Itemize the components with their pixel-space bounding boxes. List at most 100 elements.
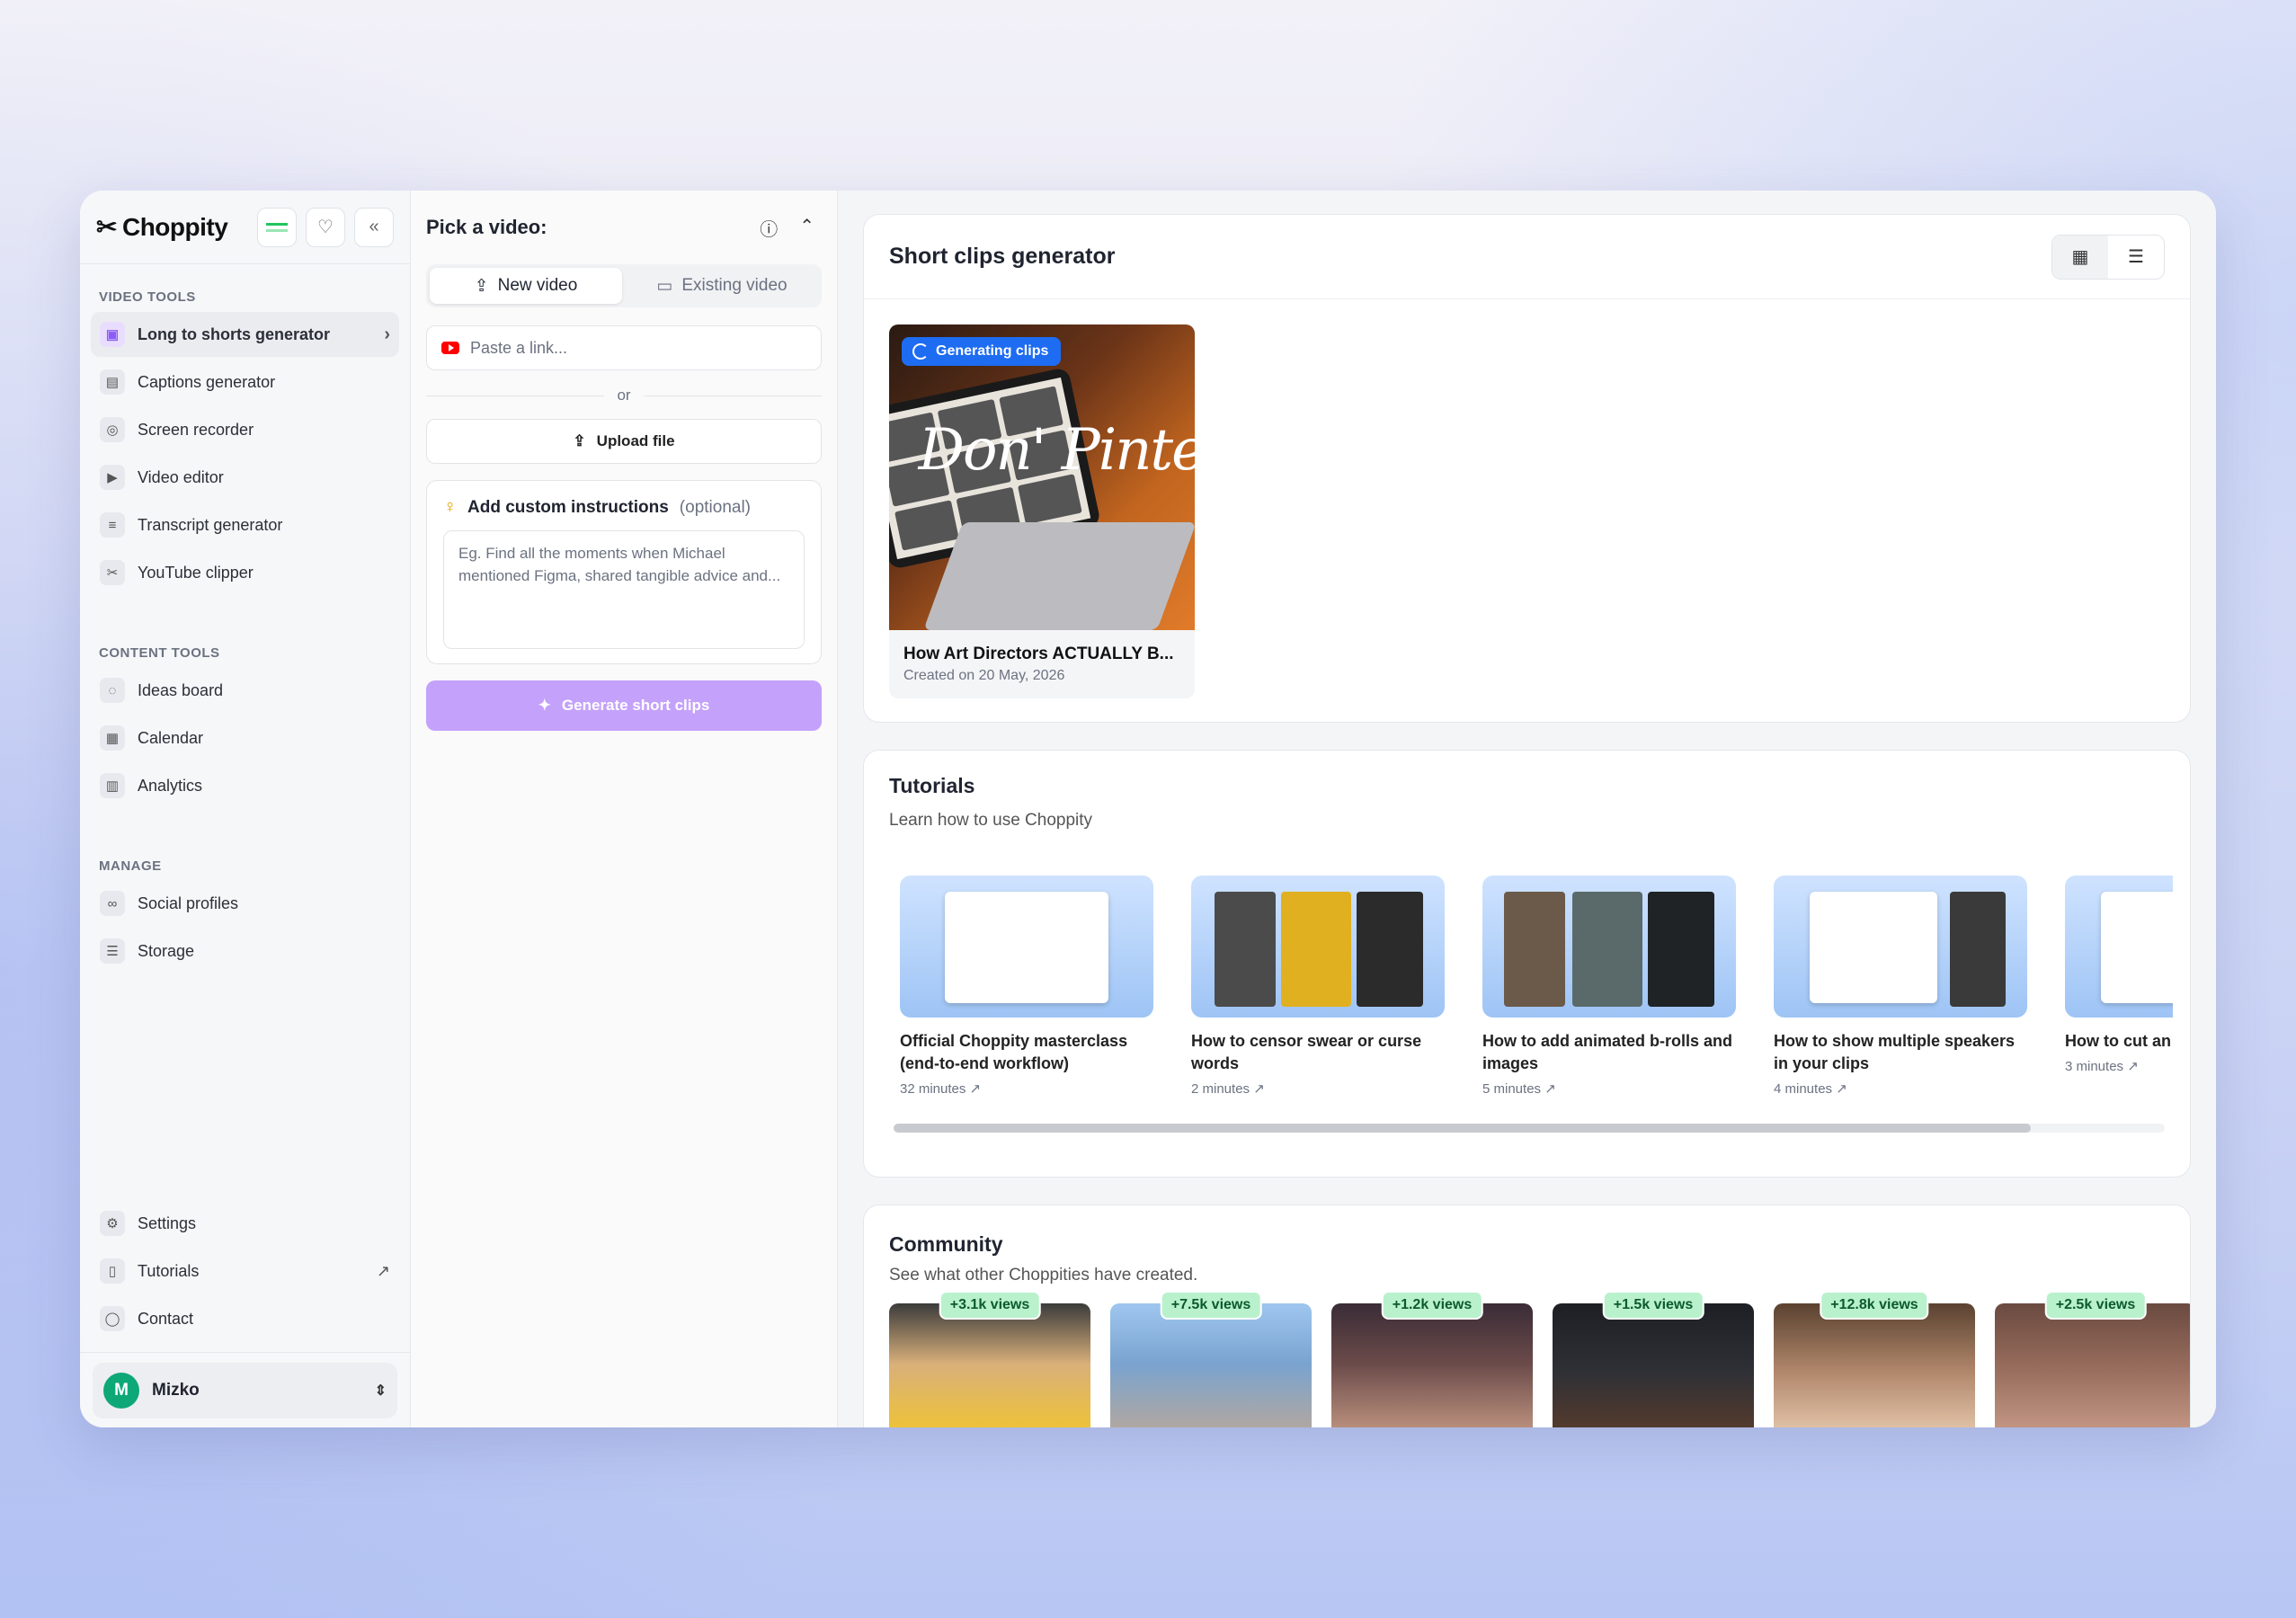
status-indicator-button[interactable]: [257, 207, 297, 247]
card-title: Tutorials: [889, 774, 975, 797]
community-clip[interactable]: +1.2k views: [1331, 1291, 1533, 1427]
panel-title: Pick a video:: [426, 216, 547, 238]
tab-existing-video[interactable]: ▭ Existing video: [626, 268, 818, 304]
community-clip[interactable]: +1.5k views: [1553, 1291, 1754, 1427]
clip-thumbnail: Don' Pinte Generating clips: [889, 324, 1195, 630]
sidebar-item-social-profiles[interactable]: ∞ Social profiles: [91, 881, 399, 926]
sidebar-item-long-to-shorts[interactable]: ▣ Long to shorts generator ›: [91, 312, 399, 357]
external-link-icon: ↗: [1253, 1081, 1265, 1097]
chevron-up-icon[interactable]: ⌃: [799, 215, 814, 241]
favorites-button[interactable]: ♡: [306, 207, 345, 247]
sidebar-item-label: Settings: [138, 1214, 197, 1232]
upload-icon: ⇪: [474, 276, 489, 296]
sidebar-footer: ⚙ Settings ▯ Tutorials ↗ ◯ Contact M Miz…: [80, 1198, 410, 1427]
collapse-sidebar-button[interactable]: «: [354, 207, 394, 247]
sidebar-item-video-editor[interactable]: ▶ Video editor: [91, 455, 399, 500]
community-clip[interactable]: +7.5k views: [1110, 1291, 1312, 1427]
video-source-tabs: ⇪ New video ▭ Existing video: [426, 264, 822, 307]
sidebar: ✂ Choppity ♡ « VIDEO TOOLS ▣ Long to sho…: [80, 191, 411, 1427]
sidebar-item-calendar[interactable]: ▦ Calendar: [91, 716, 399, 760]
or-divider: or: [426, 387, 822, 404]
sidebar-item-tutorials[interactable]: ▯ Tutorials ↗: [91, 1249, 399, 1294]
scrollbar-thumb[interactable]: [894, 1124, 2031, 1133]
upload-file-button[interactable]: ⇪ Upload file: [426, 419, 822, 464]
card-title: Community: [889, 1232, 1003, 1256]
views-badge: +2.5k views: [2044, 1291, 2147, 1320]
tutorial-item[interactable]: How to add animated b-rolls and images 5…: [1482, 876, 1736, 1100]
sidebar-item-youtube-clipper[interactable]: ✂ YouTube clipper: [91, 550, 399, 595]
sidebar-item-settings[interactable]: ⚙ Settings: [91, 1201, 399, 1246]
sidebar-item-screen-recorder[interactable]: ◎ Screen recorder: [91, 407, 399, 452]
sidebar-item-contact[interactable]: ◯ Contact: [91, 1296, 399, 1341]
video-link-input[interactable]: Paste a link...: [426, 325, 822, 370]
tutorial-item[interactable]: How to cut an 3 minutes ↗: [2065, 876, 2173, 1100]
main-content: Short clips generator ▦ ☰ Don' Pinte Gen…: [838, 191, 2216, 1427]
tutorial-duration: 32 minutes: [900, 1081, 966, 1097]
book-icon: ▯: [100, 1258, 125, 1284]
tutorial-duration: 3 minutes: [2065, 1059, 2124, 1074]
thumbnail-overlay-text: Don' Pinte: [918, 417, 1195, 484]
sidebar-item-label: Long to shorts generator: [138, 324, 331, 343]
tutorial-item[interactable]: How to show multiple speakers in your cl…: [1774, 876, 2027, 1100]
user-name: Mizko: [152, 1380, 200, 1400]
external-link-icon: ↗: [1836, 1081, 1847, 1097]
folder-icon: ▭: [656, 276, 673, 296]
tutorial-item[interactable]: Official Choppity masterclass (end-to-en…: [900, 876, 1153, 1100]
horizontal-scrollbar[interactable]: [894, 1124, 2165, 1133]
tutorial-thumbnail: [1191, 876, 1445, 1018]
tutorial-item[interactable]: How to censor swear or curse words 2 min…: [1191, 876, 1445, 1100]
textarea-placeholder: Eg. Find all the moments when Michael me…: [458, 545, 781, 584]
sidebar-item-transcript[interactable]: ≡ Transcript generator: [91, 502, 399, 547]
tutorials-card: Tutorials Learn how to use Choppity Offi…: [863, 750, 2191, 1178]
captions-icon: ▤: [100, 369, 125, 395]
upload-label: Upload file: [596, 432, 675, 449]
status-bars-icon: [266, 222, 288, 232]
community-clip[interactable]: +2.5k views: [1995, 1291, 2190, 1427]
tutorial-thumbnail: [2065, 876, 2173, 1018]
sidebar-item-captions[interactable]: ▤ Captions generator: [91, 360, 399, 404]
logo[interactable]: ✂ Choppity: [96, 212, 228, 242]
generate-short-clips-button[interactable]: ✦ Generate short clips: [426, 680, 822, 731]
grid-view-button[interactable]: ▦: [2052, 235, 2108, 279]
grid-icon: ▦: [2071, 247, 2089, 267]
avatar: M: [103, 1372, 139, 1409]
status-badge: Generating clips: [902, 337, 1062, 366]
views-badge: +12.8k views: [1820, 1291, 1929, 1320]
sidebar-item-label: YouTube clipper: [138, 563, 254, 582]
sidebar-item-ideas-board[interactable]: ◌ Ideas board: [91, 668, 399, 713]
community-card: Community See what other Choppities have…: [863, 1205, 2191, 1427]
sparkles-icon: ✦: [538, 697, 551, 714]
bar-chart-icon: ▥: [100, 773, 125, 798]
custom-instructions-card: ♀ Add custom instructions (optional) Eg.…: [426, 480, 822, 664]
section-label: MANAGE: [99, 858, 162, 874]
tutorial-duration: 2 minutes: [1191, 1081, 1250, 1097]
tab-new-video[interactable]: ⇪ New video: [430, 268, 622, 304]
section-label: CONTENT TOOLS: [99, 645, 220, 661]
community-clip[interactable]: +12.8k views: [1774, 1291, 1975, 1427]
sidebar-item-storage[interactable]: ☰ Storage: [91, 929, 399, 973]
help-icon[interactable]: ⓘ: [760, 215, 778, 241]
calendar-icon: ▦: [100, 725, 125, 751]
youtube-icon: [441, 342, 459, 354]
transcript-icon: ≡: [100, 512, 125, 538]
double-chevron-left-icon: «: [369, 217, 379, 236]
sidebar-item-label: Ideas board: [138, 680, 224, 699]
lightbulb-icon: ♀: [443, 497, 457, 517]
badge-label: Generating clips: [936, 343, 1049, 359]
community-thumbnail: [889, 1303, 1090, 1427]
community-clip[interactable]: +3.1k views: [889, 1291, 1090, 1427]
user-switcher[interactable]: M Mizko ⇕: [93, 1362, 397, 1418]
monitor-play-icon: ▶: [100, 465, 125, 490]
views-badge: +7.5k views: [1160, 1291, 1262, 1320]
sidebar-item-label: Video editor: [138, 467, 224, 486]
clip-card[interactable]: Don' Pinte Generating clips How Art Dire…: [889, 324, 1195, 698]
list-view-button[interactable]: ☰: [2108, 236, 2164, 279]
sidebar-item-analytics[interactable]: ▥ Analytics: [91, 763, 399, 808]
instructions-textarea[interactable]: Eg. Find all the moments when Michael me…: [443, 530, 805, 649]
upload-icon: ⇪: [573, 432, 586, 449]
external-link-icon: ↗: [376, 1261, 390, 1280]
app-name: Choppity: [121, 212, 228, 241]
user-menu: M Mizko ⇕: [80, 1352, 410, 1427]
robot-icon: ▣: [100, 322, 125, 347]
external-link-icon: ↗: [2127, 1059, 2139, 1074]
